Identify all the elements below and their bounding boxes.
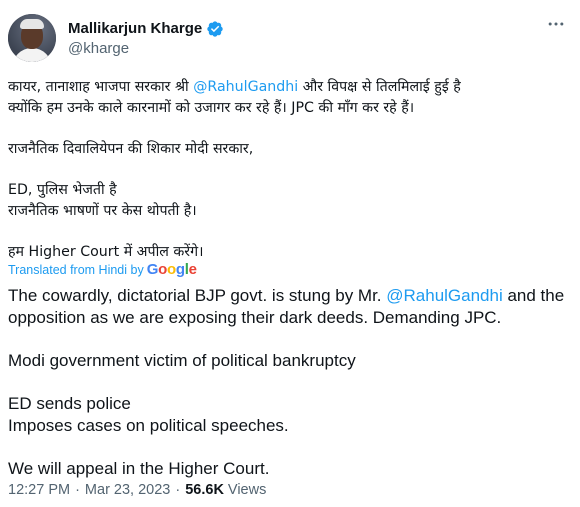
original-line-6: हम Higher Court में अपील करेंगे। xyxy=(8,244,204,260)
translation-attribution[interactable]: Translated from Hindi by Google xyxy=(8,261,197,278)
translated-text-segment: and the xyxy=(502,286,565,305)
author-info: Mallikarjun Kharge @kharge xyxy=(68,20,224,57)
meta-separator: · xyxy=(175,482,181,498)
mention-link[interactable]: @RahulGandhi xyxy=(193,79,298,95)
original-line-5: राजनैतिक भाषणों पर केस थोपती है। xyxy=(8,203,197,219)
original-text-segment: कायर, तानाशाह भाजपा सरकार श्री xyxy=(8,79,194,95)
tweet-translated-text: The cowardly, dictatorial BJP govt. is s… xyxy=(8,285,574,480)
google-logo: Google xyxy=(146,261,197,278)
translated-line-1: The cowardly, dictatorial BJP govt. is s… xyxy=(8,285,574,307)
meta-separator: · xyxy=(75,482,80,498)
views-count: 56.6K xyxy=(185,482,224,498)
translated-line-5: Imposes cases on political speeches. xyxy=(8,416,289,435)
tweet-time[interactable]: 12:27 PM xyxy=(8,482,70,498)
translated-text-segment: The cowardly, dictatorial BJP govt. is s… xyxy=(8,286,387,305)
translated-line-6: We will appeal in the Higher Court. xyxy=(8,459,270,478)
mention-link[interactable]: @RahulGandhi xyxy=(386,286,503,305)
tweet-date[interactable]: Mar 23, 2023 xyxy=(85,482,170,498)
tweet: Mallikarjun Kharge @kharge कायर, तानाशाह… xyxy=(0,0,580,507)
author-handle[interactable]: @kharge xyxy=(68,40,224,57)
translated-line-2: opposition as we are exposing their dark… xyxy=(8,308,502,327)
original-line-4: ED, पुलिस भेजती है xyxy=(8,182,117,198)
tweet-original-text: कायर, तानाशाह भाजपा सरकार श्री @RahulGan… xyxy=(8,77,574,263)
avatar[interactable] xyxy=(8,14,56,62)
verified-badge-icon xyxy=(206,20,224,38)
translated-line-4: ED sends police xyxy=(8,394,131,413)
author-display-name[interactable]: Mallikarjun Kharge xyxy=(68,20,202,37)
original-line-3: राजनैतिक दिवालियेपन की शिकार मोदी सरकार, xyxy=(8,141,254,157)
tweet-header: Mallikarjun Kharge @kharge xyxy=(8,10,224,66)
more-options-icon[interactable] xyxy=(546,14,566,34)
original-text-segment: और विपक्ष से तिलमिलाई हुई है xyxy=(298,79,461,95)
tweet-meta: 12:27 PM · Mar 23, 2023 · 56.6K Views xyxy=(8,482,266,498)
views-label: Views xyxy=(227,482,267,498)
translated-line-3: Modi government victim of political bank… xyxy=(8,351,356,370)
original-line-1: कायर, तानाशाह भाजपा सरकार श्री @RahulGan… xyxy=(8,77,574,98)
original-line-2: क्योंकि हम उनके काले कारनामों को उजागर क… xyxy=(8,100,415,116)
translation-label: Translated from Hindi by xyxy=(8,262,144,277)
